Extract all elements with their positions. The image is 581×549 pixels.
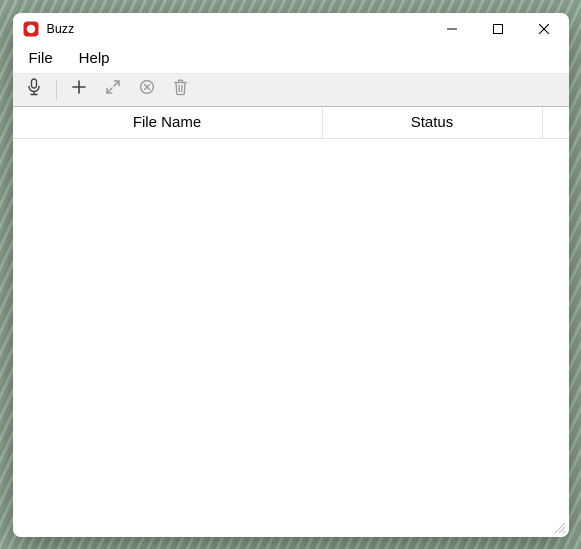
column-header-pad xyxy=(543,107,569,138)
microphone-icon xyxy=(26,78,42,101)
menu-help[interactable]: Help xyxy=(69,47,120,70)
maximize-button[interactable] xyxy=(475,13,521,45)
cancel-circle-icon xyxy=(139,79,155,100)
expand-button[interactable] xyxy=(98,77,128,103)
plus-icon xyxy=(71,79,87,100)
trash-icon xyxy=(173,79,188,101)
add-button[interactable] xyxy=(64,77,94,103)
record-button[interactable] xyxy=(19,77,49,103)
cancel-button[interactable] xyxy=(132,77,162,103)
table-body xyxy=(13,139,569,537)
menu-file[interactable]: File xyxy=(19,47,63,70)
app-icon xyxy=(23,21,39,37)
expand-icon xyxy=(105,79,121,100)
column-header-filename[interactable]: File Name xyxy=(13,107,323,138)
toolbar xyxy=(13,73,569,107)
window-controls xyxy=(429,13,567,45)
delete-button[interactable] xyxy=(166,77,196,103)
titlebar: Buzz xyxy=(13,13,569,45)
resize-grip[interactable] xyxy=(552,520,566,534)
table-header: File Name Status xyxy=(13,107,569,139)
close-button[interactable] xyxy=(521,13,567,45)
window-title: Buzz xyxy=(47,22,75,36)
column-header-status[interactable]: Status xyxy=(323,107,543,138)
app-window: Buzz File Help xyxy=(13,13,569,537)
content-area: File Name Status xyxy=(13,107,569,537)
minimize-button[interactable] xyxy=(429,13,475,45)
toolbar-separator xyxy=(56,80,57,100)
menubar: File Help xyxy=(13,45,569,73)
